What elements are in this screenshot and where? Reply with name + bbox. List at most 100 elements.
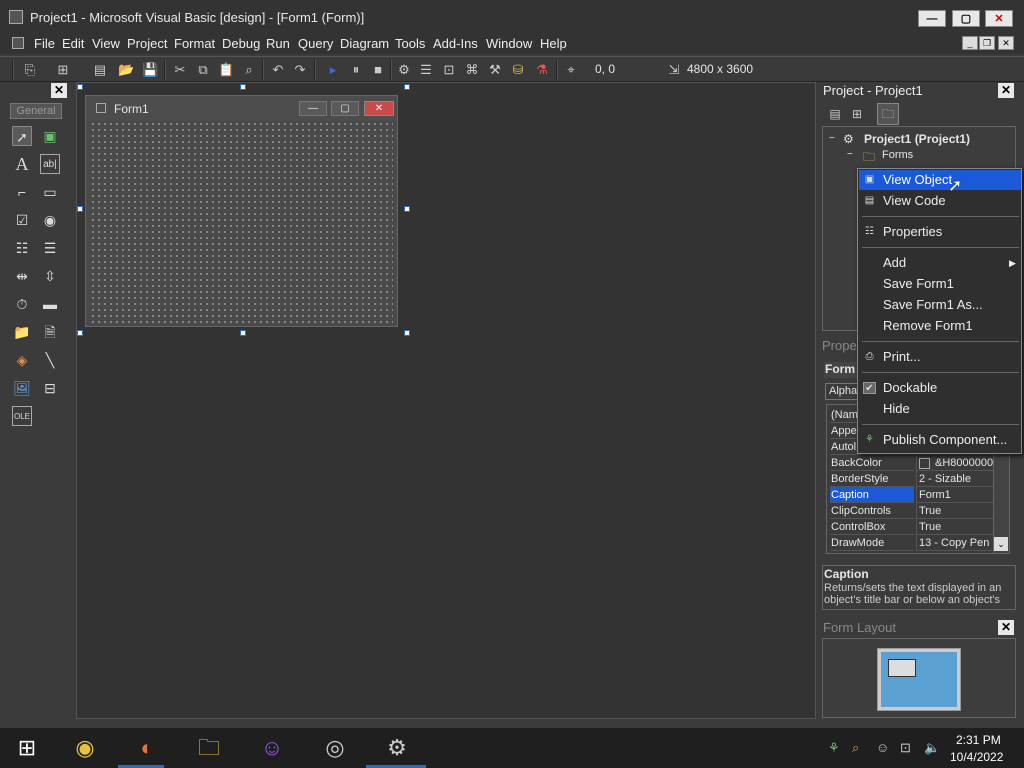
object-browser-icon[interactable]: ⌘	[464, 62, 480, 78]
toolbox-tab-general[interactable]: General	[10, 103, 62, 119]
prop-value[interactable]: Form1	[916, 487, 994, 503]
prop-value[interactable]: True	[916, 503, 994, 519]
form1-canvas[interactable]	[90, 121, 393, 323]
menu-item-view-object[interactable]: ▣ View Object	[859, 170, 1021, 190]
resize-handle[interactable]	[404, 206, 410, 212]
resize-handle[interactable]	[77, 84, 83, 90]
view-code-icon[interactable]: ▤	[826, 105, 844, 123]
menu-query[interactable]: Query	[298, 36, 333, 51]
mdi-minimize-button[interactable]: _	[962, 36, 978, 50]
project-panel-close-button[interactable]: ✕	[998, 83, 1014, 98]
hscrollbar-icon[interactable]: ⇹	[12, 266, 32, 286]
mdi-restore-button[interactable]: ❐	[979, 36, 995, 50]
start-button-icon[interactable]: ⊞	[12, 734, 42, 762]
pointer-icon[interactable]: ➚	[12, 126, 32, 146]
project-root-node[interactable]: Project1 (Project1)	[864, 132, 970, 146]
resize-handle[interactable]	[77, 330, 83, 336]
search-tray-icon[interactable]: ⌕	[852, 740, 859, 756]
add-project-icon[interactable]: ⎘	[22, 62, 38, 78]
add-form-icon[interactable]: ⊞	[55, 62, 71, 78]
file-explorer-icon[interactable]: 🗀	[194, 734, 224, 762]
form-minimize-button[interactable]: —	[299, 101, 327, 116]
line-icon[interactable]: ╲	[40, 350, 60, 370]
copy-icon[interactable]: ⧉	[195, 62, 211, 78]
menu-item-properties[interactable]: ☷ Properties	[859, 222, 1021, 242]
form-maximize-button[interactable]: ▢	[331, 101, 359, 116]
dirlistbox-icon[interactable]: 📁	[12, 322, 32, 342]
prop-name-selected[interactable]: Caption	[830, 487, 914, 503]
menu-editor-icon[interactable]: ▤	[92, 62, 108, 78]
chevron-down-icon[interactable]: ⌄	[994, 537, 1008, 551]
textbox-icon[interactable]: ab|	[40, 154, 60, 174]
data-view-icon[interactable]: ⛁	[510, 62, 526, 78]
emoji-tray-icon[interactable]: ☺	[876, 740, 889, 755]
form-position-preview[interactable]	[888, 659, 916, 677]
vscrollbar-icon[interactable]: ⇳	[40, 266, 60, 286]
visual-basic-icon[interactable]: ⚙	[382, 734, 412, 762]
menu-format[interactable]: Format	[174, 36, 215, 51]
ole-icon[interactable]: OLE	[12, 406, 32, 426]
cut-icon[interactable]: ✂	[172, 62, 188, 78]
menu-help[interactable]: Help	[540, 36, 567, 51]
toolbox-icon[interactable]: ⚒	[487, 62, 503, 78]
menu-item-add[interactable]: Add ▶	[859, 253, 1021, 273]
data-icon[interactable]: ⊟	[40, 378, 60, 398]
optionbutton-icon[interactable]: ◉	[40, 210, 60, 230]
frame-icon[interactable]: ⌐	[12, 182, 32, 202]
prop-name[interactable]: DrawMode	[830, 535, 914, 551]
clock-time[interactable]: 2:31 PM	[956, 733, 1001, 747]
listbox-icon[interactable]: ☰	[40, 238, 60, 258]
menu-project[interactable]: Project	[127, 36, 167, 51]
volume-icon[interactable]: 🔈	[924, 740, 940, 756]
prop-value[interactable]: 2 - Sizable	[916, 471, 994, 487]
network-tray-icon[interactable]: ⚘	[828, 740, 840, 756]
menu-add-ins[interactable]: Add-Ins	[433, 36, 478, 51]
menu-debug[interactable]: Debug	[222, 36, 260, 51]
combobox-icon[interactable]: ☷	[12, 238, 32, 258]
collapse-icon[interactable]: −	[847, 149, 853, 160]
picturebox-icon[interactable]: ▣	[40, 126, 60, 146]
close-button[interactable]: ✕	[985, 10, 1013, 27]
prop-name[interactable]: ControlBox	[830, 519, 914, 535]
resize-handle[interactable]	[404, 330, 410, 336]
chrome-icon[interactable]: ◉	[70, 734, 100, 762]
menu-view[interactable]: View	[92, 36, 120, 51]
media-disc-icon[interactable]: ◎	[320, 734, 350, 762]
end-icon[interactable]: ■	[370, 62, 386, 78]
undo-icon[interactable]: ↶	[270, 62, 286, 78]
form1-window[interactable]: Form1 — ▢ ✕	[85, 95, 398, 327]
filelistbox-icon[interactable]: 🗎	[40, 322, 60, 342]
properties-object-combo[interactable]: Form	[824, 362, 858, 378]
menu-diagram[interactable]: Diagram	[340, 36, 389, 51]
shape-icon[interactable]: ◈	[12, 350, 32, 370]
form-layout-close-button[interactable]: ✕	[998, 620, 1014, 635]
project-explorer-icon[interactable]: ⚙	[396, 62, 412, 78]
menu-item-remove-form[interactable]: Remove Form1	[859, 316, 1021, 336]
mdi-close-button[interactable]: ✕	[998, 36, 1014, 50]
menu-item-save-form-as[interactable]: Save Form1 As...	[859, 295, 1021, 315]
forms-folder-node[interactable]: Forms	[882, 149, 913, 161]
menu-item-view-code[interactable]: ▤ View Code	[859, 191, 1021, 211]
prop-value[interactable]: True	[916, 519, 994, 535]
menu-item-hide[interactable]: Hide	[859, 399, 1021, 419]
collapse-icon[interactable]: −	[829, 133, 835, 144]
menu-edit[interactable]: Edit	[62, 36, 84, 51]
commandbutton-icon[interactable]: ▭	[40, 182, 60, 202]
minimize-button[interactable]: —	[918, 10, 946, 27]
clock-date[interactable]: 10/4/2022	[950, 750, 1003, 764]
form-layout-icon[interactable]: ⊡	[441, 62, 457, 78]
form-close-button[interactable]: ✕	[364, 101, 394, 116]
drivelistbox-icon[interactable]: ▬	[40, 294, 60, 314]
menu-tools[interactable]: Tools	[395, 36, 425, 51]
component-manager-icon[interactable]: ⚗	[534, 62, 550, 78]
start-icon[interactable]: ▸	[325, 62, 341, 78]
menu-item-publish-component[interactable]: ⚘ Publish Component...	[859, 430, 1021, 450]
label-icon[interactable]: A	[12, 154, 32, 174]
prop-value[interactable]: 13 - Copy Pen	[916, 535, 994, 551]
redo-icon[interactable]: ↷	[292, 62, 308, 78]
monitor-tray-icon[interactable]: ⊡	[900, 740, 911, 756]
resize-handle[interactable]	[404, 84, 410, 90]
find-icon[interactable]: ⌕	[241, 62, 257, 78]
toggle-folders-icon[interactable]: 🗀	[877, 103, 899, 125]
menu-window[interactable]: Window	[486, 36, 532, 51]
